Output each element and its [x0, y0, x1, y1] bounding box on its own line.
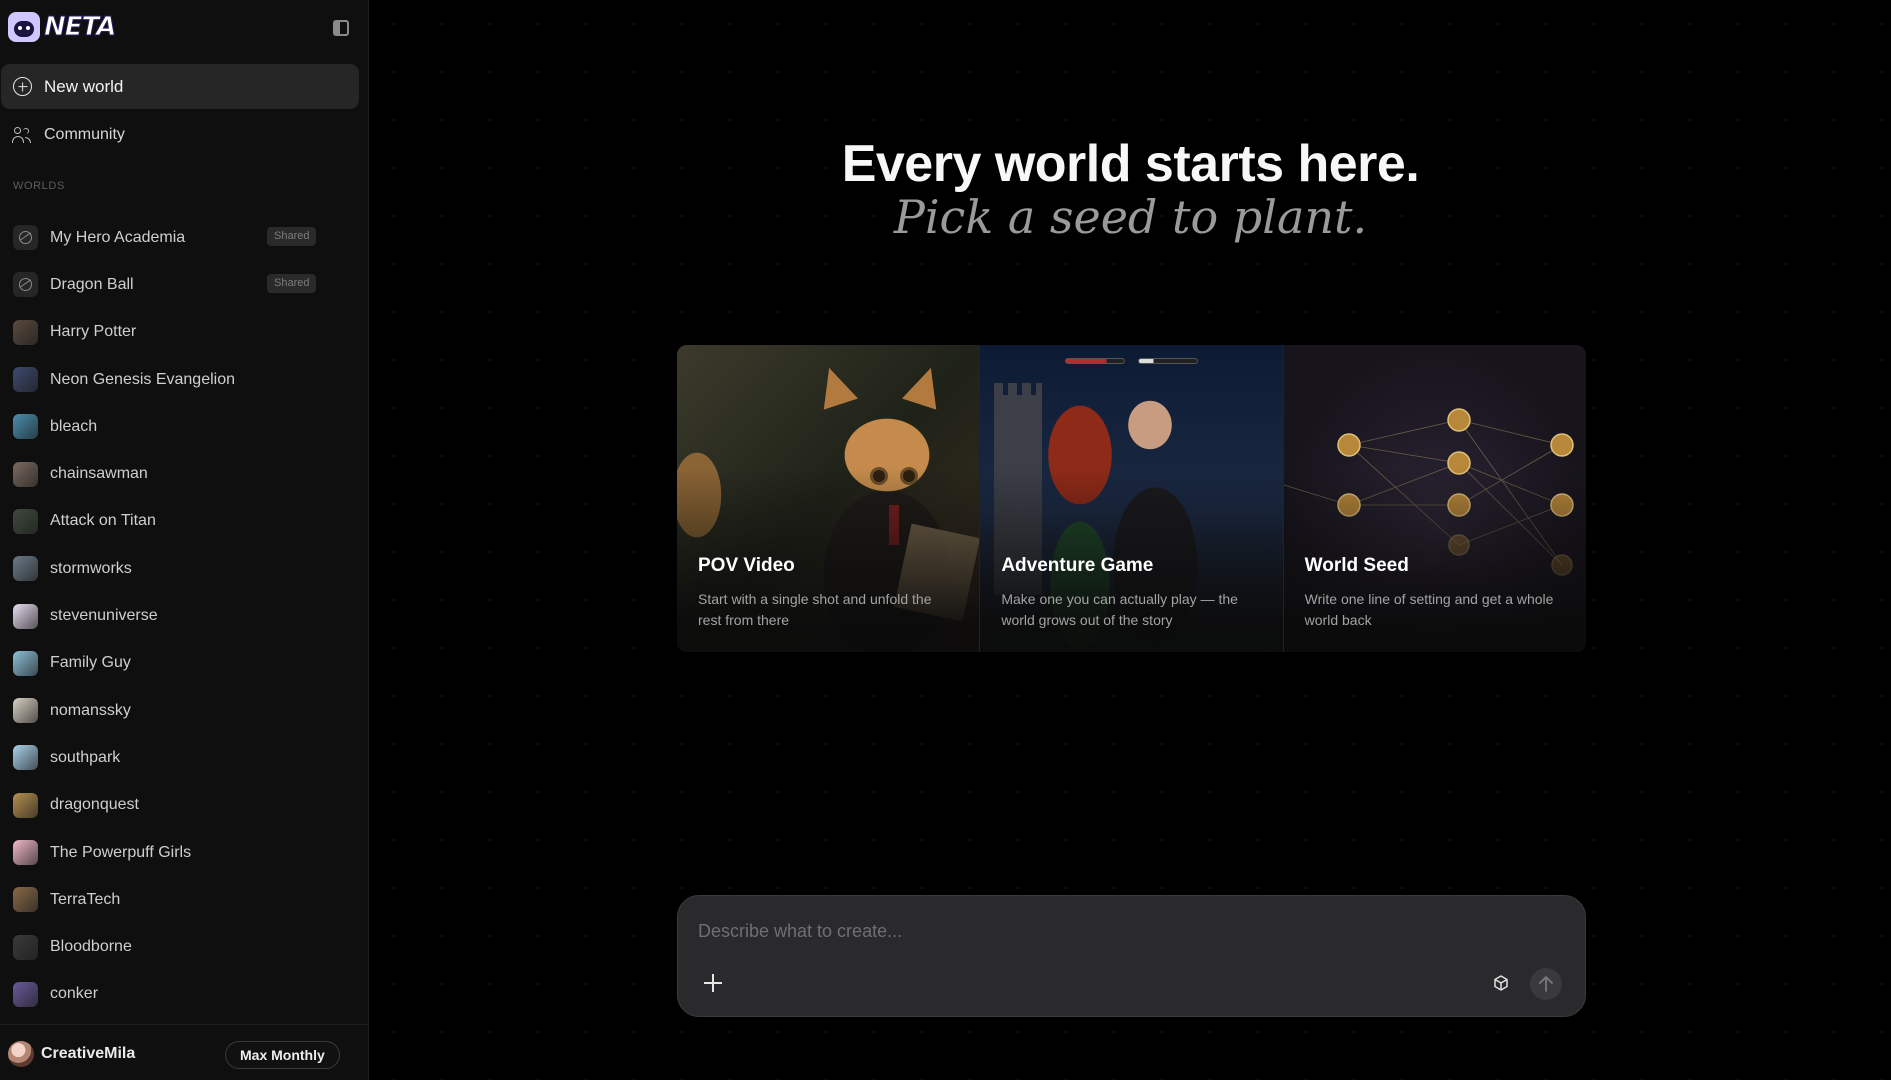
globe-icon — [13, 272, 38, 298]
card-world-seed[interactable]: World Seed Write one line of setting and… — [1283, 345, 1586, 652]
sidebar: NETA New world Community WORLDS My Hero … — [0, 0, 369, 1080]
world-name: Neon Genesis Evangelion — [50, 370, 236, 388]
world-name: conker — [50, 985, 99, 1003]
prompt-input[interactable] — [698, 918, 1558, 944]
new-world-button[interactable]: New world — [1, 64, 359, 109]
username[interactable]: CreativeMila — [41, 1045, 135, 1063]
world-item[interactable]: stevenuniverse — [0, 592, 369, 639]
world-name: dragonquest — [50, 796, 139, 814]
world-thumbnail — [13, 556, 38, 582]
seed-cards: POV Video Start with a single shot and u… — [677, 345, 1586, 652]
world-thumbnail — [13, 650, 38, 676]
card-adventure-game[interactable]: Adventure Game Make one you can actually… — [980, 345, 1283, 652]
world-name: Attack on Titan — [50, 512, 156, 530]
world-name: southpark — [50, 748, 121, 766]
world-item[interactable]: dragonquest — [0, 782, 369, 829]
globe-icon — [13, 225, 38, 251]
sidebar-footer: CreativeMila Max Monthly — [0, 1024, 369, 1080]
world-name: chainsawman — [50, 465, 148, 483]
neta-logo[interactable]: NETA — [8, 12, 117, 43]
plus-circle-icon — [13, 77, 32, 96]
world-item[interactable]: The Powerpuff Girls — [0, 829, 369, 876]
world-name: TerraTech — [50, 890, 121, 908]
world-item[interactable]: TerraTech — [0, 876, 369, 923]
world-item[interactable]: stormworks — [0, 545, 369, 592]
add-attachment-icon[interactable] — [704, 974, 722, 992]
community-label: Community — [44, 126, 125, 143]
arrow-up-icon — [1539, 976, 1553, 992]
card-description: Make one you can actually play — the wor… — [1001, 591, 1238, 628]
card-title: Adventure Game — [1001, 555, 1154, 576]
world-name: Dragon Ball — [50, 275, 134, 293]
world-item[interactable]: Bloodborne — [0, 923, 369, 970]
world-thumbnail — [13, 745, 38, 771]
logo-text: NETA — [43, 12, 116, 43]
world-thumbnail — [13, 981, 38, 1007]
world-item[interactable]: chainsawman — [0, 450, 369, 497]
world-item[interactable]: Family Guy — [0, 640, 369, 687]
plan-button[interactable]: Max Monthly — [225, 1041, 340, 1069]
main-area: Every world starts here. Pick a seed to … — [370, 0, 1891, 1080]
card-pov-video[interactable]: POV Video Start with a single shot and u… — [677, 345, 980, 652]
new-world-label: New world — [44, 76, 124, 96]
card-title: POV Video — [698, 555, 795, 576]
world-thumbnail — [13, 367, 38, 393]
card-description: Write one line of setting and get a whol… — [1304, 591, 1554, 628]
world-item[interactable]: nomanssky — [0, 687, 369, 734]
sidebar-toggle-icon[interactable] — [333, 20, 349, 36]
world-name: nomanssky — [50, 701, 131, 719]
card-description: Start with a single shot and unfold the … — [698, 591, 932, 628]
world-name: stevenuniverse — [50, 607, 158, 625]
page-subtitle: Pick a seed to plant. — [893, 190, 1368, 244]
shared-badge: Shared — [267, 227, 317, 246]
world-name: My Hero Academia — [50, 228, 186, 246]
cube-icon[interactable] — [1491, 973, 1511, 993]
world-item[interactable]: Attack on Titan — [0, 498, 369, 545]
card-title: World Seed — [1304, 555, 1409, 576]
world-name: Family Guy — [50, 654, 131, 672]
world-thumbnail — [13, 840, 38, 865]
world-item[interactable]: southpark — [0, 734, 369, 781]
world-thumbnail — [13, 887, 38, 913]
prompt-composer — [677, 895, 1586, 1017]
send-button[interactable] — [1530, 968, 1562, 1000]
world-thumbnail — [13, 934, 38, 960]
world-item[interactable]: My Hero Academia Shared — [0, 214, 369, 261]
avatar[interactable] — [8, 1041, 34, 1067]
world-item[interactable]: bleach — [0, 403, 369, 450]
world-name: bleach — [50, 417, 98, 435]
community-link[interactable]: Community — [12, 122, 125, 148]
world-item[interactable]: Neon Genesis Evangelion — [0, 356, 369, 403]
world-thumbnail — [13, 508, 38, 534]
shared-badge: Shared — [267, 274, 317, 294]
logo-mascot-icon — [8, 12, 40, 42]
world-thumbnail — [13, 319, 38, 345]
world-thumbnail — [13, 698, 38, 724]
world-list: My Hero Academia Shared Dragon Ball Shared H… — [0, 214, 369, 1018]
world-thumbnail — [13, 603, 38, 629]
world-thumbnail — [13, 792, 38, 818]
users-icon — [12, 126, 32, 144]
worlds-section-label: WORLDS — [13, 180, 65, 192]
world-thumbnail — [13, 414, 38, 440]
world-name: Harry Potter — [50, 323, 137, 341]
world-item[interactable]: conker — [0, 971, 369, 1018]
world-name: The Powerpuff Girls — [50, 843, 192, 861]
world-thumbnail — [13, 461, 38, 487]
world-item[interactable]: Harry Potter — [0, 309, 369, 356]
page-title: Every world starts here. — [841, 135, 1420, 193]
world-item[interactable]: Dragon Ball Shared — [0, 261, 369, 308]
world-name: Bloodborne — [50, 938, 132, 956]
world-name: stormworks — [50, 559, 132, 577]
